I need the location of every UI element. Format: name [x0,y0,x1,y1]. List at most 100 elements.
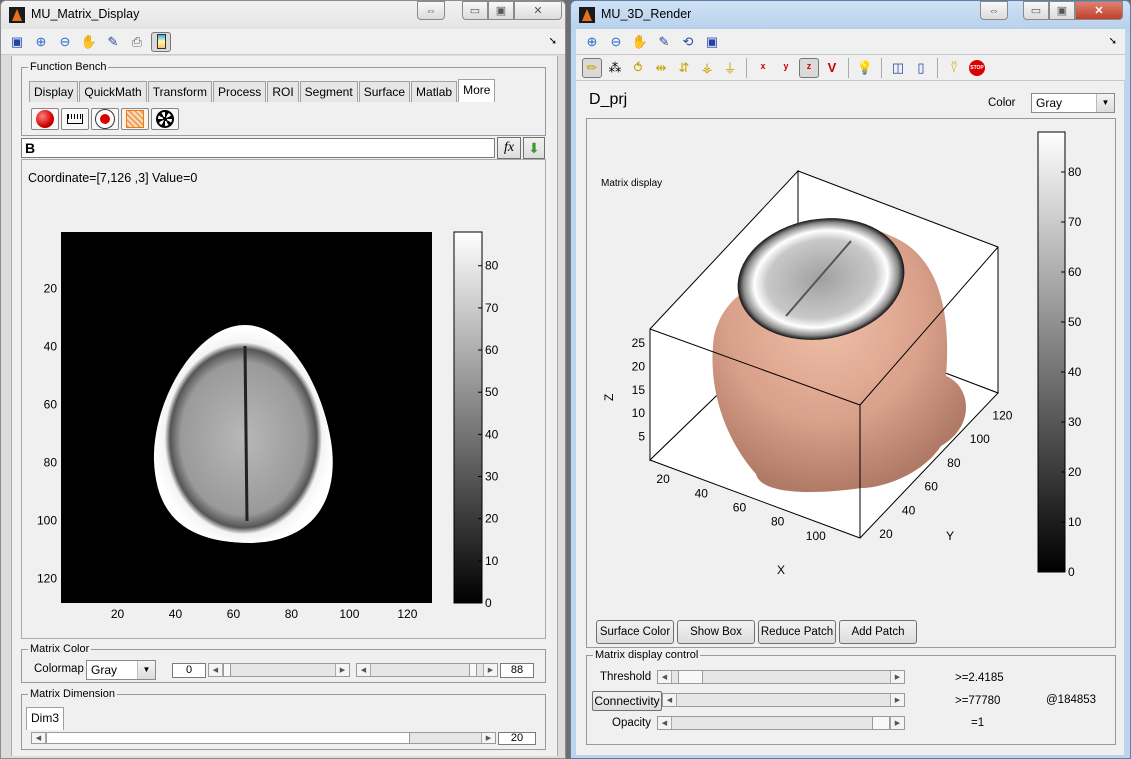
resize-arrows-button[interactable]: ⇔ [417,1,445,20]
colorbar[interactable] [453,231,483,604]
colorbar[interactable] [1037,131,1066,573]
tab-quickmath[interactable]: QuickMath [79,81,147,102]
red-ball-button[interactable] [31,108,59,130]
tab-dim3[interactable]: Dim3 [26,707,65,730]
title-bar[interactable]: MU_Matrix_Display ⇔ ▭ ▣ ✕ [1,1,565,29]
opacity-slider[interactable]: ◀ ▶ [657,716,905,730]
zoom-in-icon[interactable]: ⊕ [31,32,51,52]
scroll-left-arrow[interactable]: ◀ [658,671,672,683]
add-patch-button[interactable]: Add Patch [839,620,917,644]
color-max-field[interactable]: 88 [500,663,534,678]
render-axes[interactable]: Matrix display Z X Y 5 10 15 20 25 20 40 60 80 1… [581,116,1131,616]
maximize-button[interactable]: ▣ [488,1,514,20]
flip-icon[interactable]: ⏚ [720,58,740,78]
slider-thumb[interactable] [678,671,703,683]
image-axes[interactable]: 20 40 60 80 100 120 20 40 60 80 100 120 0 10 20 30 40 5… [21,221,546,631]
hatched-square-button[interactable] [121,108,149,130]
threshold-slider[interactable]: ◀ ▶ [657,670,905,684]
pan-hand-icon[interactable]: ✋ [630,32,650,52]
tab-roi[interactable]: ROI [267,81,299,102]
pan-hand-icon[interactable]: ✋ [79,32,99,52]
tab-segment[interactable]: Segment [299,81,358,102]
scroll-right-arrow[interactable]: ▶ [481,733,495,743]
move-x-icon[interactable]: ⇹ [651,58,671,78]
colorbar-icon[interactable] [151,31,171,52]
resize-arrows-button[interactable]: ⇔ [980,1,1008,20]
tab-transform[interactable]: Transform [147,81,212,102]
scroll-right-arrow[interactable]: ▶ [335,664,349,676]
tab-more[interactable]: More [458,79,496,102]
minimize-button[interactable]: ▭ [462,1,488,20]
film-reel-button[interactable] [151,108,179,130]
fx-button[interactable]: fx [497,137,521,159]
download-arrow-button[interactable]: ⬇ [523,137,545,159]
tab-process[interactable]: Process [212,81,267,102]
box-icon[interactable]: ▯ [911,58,931,78]
cube-icon[interactable]: ◫ [888,58,908,78]
save-icon[interactable]: ▣ [702,32,722,52]
dock-arrow-icon[interactable]: ➘ [549,36,557,47]
slider-thumb[interactable] [469,664,477,676]
dimension-slider[interactable]: ◀ ▶ [31,732,496,744]
scroll-left-arrow[interactable]: ◀ [209,664,223,676]
connectivity-slider[interactable]: ◀ ▶ [662,693,905,707]
scroll-left-arrow[interactable]: ◀ [658,717,672,729]
slider-thumb[interactable] [223,664,231,676]
axis-z-icon[interactable]: ᶻ [799,57,819,78]
color-min-slider[interactable]: ◀ ▶ [208,663,350,677]
axis-y-icon[interactable]: ʸ [776,58,796,78]
x-tick-label: 40 [169,607,183,621]
axis-reset-icon[interactable]: V [822,58,842,78]
comb-button[interactable] [61,108,89,130]
expression-input[interactable]: B [21,138,495,158]
target-ball-button[interactable] [91,108,119,130]
data-cursor-icon[interactable]: ✎ [103,32,123,52]
reduce-patch-button[interactable]: Reduce Patch [758,620,836,644]
light-bulb-icon[interactable]: 💡 [855,58,875,78]
z-tick-label: 15 [632,383,646,397]
axis-x-icon[interactable]: ˣ [753,58,773,78]
maximize-button[interactable]: ▣ [1049,1,1075,20]
zoom-out-icon[interactable]: ⊖ [55,32,75,52]
tab-display[interactable]: Display [29,81,79,102]
color-select[interactable]: Gray ▼ [1031,93,1115,113]
scroll-right-arrow[interactable]: ▶ [890,671,904,683]
close-button[interactable]: ✕ [1075,1,1123,20]
minimize-button[interactable]: ▭ [1023,1,1049,20]
dimension-value-field[interactable]: 20 [498,732,536,745]
surface-color-button[interactable]: Surface Color [596,620,674,644]
rotate-plane-icon[interactable]: ⥀ [628,58,648,78]
rotate-3d-icon[interactable]: ⟲ [678,32,698,52]
title-bar[interactable]: MU_3D_Render ⇔ ▭ ▣ ✕ [571,1,1130,29]
scroll-left-arrow[interactable]: ◀ [663,694,677,706]
tab-matlab[interactable]: Matlab [411,81,458,102]
select-edit-icon[interactable]: ✏ [582,57,602,78]
scroll-right-arrow[interactable]: ▶ [890,694,904,706]
zoom-out-icon[interactable]: ⊖ [606,32,626,52]
print-icon[interactable]: ⎙ [127,32,147,52]
connectivity-button[interactable]: Connectivity [592,691,662,711]
scroll-left-arrow[interactable]: ◀ [32,733,46,743]
scroll-left-arrow[interactable]: ◀ [357,664,371,676]
tab-surface[interactable]: Surface [358,81,411,102]
scroll-right-arrow[interactable]: ▶ [483,664,497,676]
colormap-select[interactable]: Gray ▼ [86,660,156,680]
slider-thumb[interactable] [872,717,890,729]
scroll-right-arrow[interactable]: ▶ [890,717,904,729]
data-cursor-icon[interactable]: ✎ [654,32,674,52]
scale-icon[interactable]: ⚶ [697,58,717,78]
show-box-button[interactable]: Show Box [677,620,755,644]
light-add-icon[interactable]: ⍢ [944,58,964,78]
color-max-slider[interactable]: ◀ ▶ [356,663,498,677]
color-min-field[interactable]: 0 [172,663,206,678]
stop-icon[interactable]: STOP [967,58,987,78]
close-button[interactable]: ✕ [514,1,562,20]
zoom-in-icon[interactable]: ⊕ [582,32,602,52]
save-icon[interactable]: ▣ [7,32,27,52]
slider-thumb[interactable] [46,733,410,743]
scatter-icon[interactable]: ⁂ [605,58,625,78]
toolbar-separator [746,57,747,78]
move-y-icon[interactable]: ⇵ [674,58,694,78]
x-tick-label: 20 [111,607,125,621]
dock-arrow-icon[interactable]: ➘ [1109,36,1117,47]
